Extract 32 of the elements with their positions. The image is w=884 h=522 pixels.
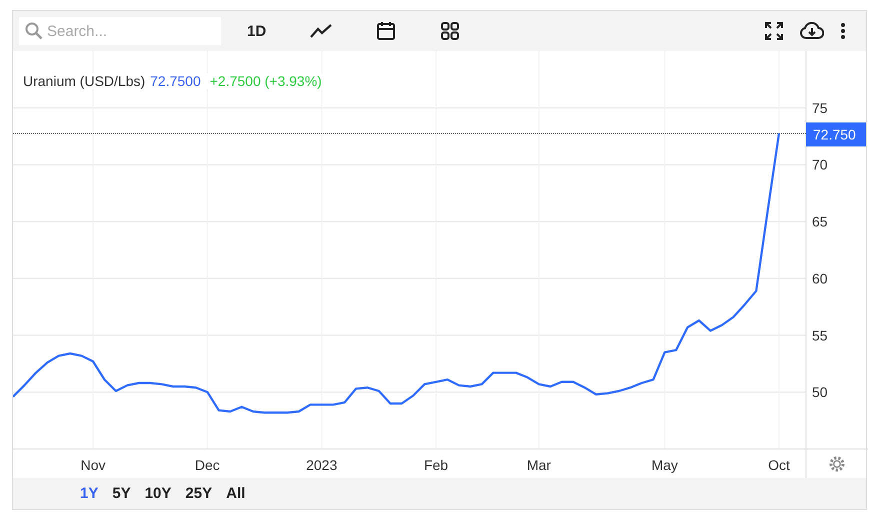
calendar-icon[interactable] (376, 21, 396, 41)
y-axis-label: 70 (812, 156, 828, 173)
y-axis-label: 55 (812, 327, 828, 344)
price-tag: 72.750 (806, 122, 866, 146)
x-axis-label: May (651, 457, 678, 473)
x-axis-label: Feb (424, 457, 448, 473)
ref-line-label: 72.750 (813, 126, 856, 142)
x-axis-label: Nov (80, 457, 106, 473)
y-axis-label: 75 (812, 100, 828, 116)
settings-icon[interactable] (830, 456, 844, 472)
y-axis-label: 50 (812, 384, 828, 400)
interval-button[interactable]: 1D (247, 22, 266, 40)
range-tab[interactable]: 10Y (140, 483, 176, 504)
more-icon[interactable] (840, 22, 846, 40)
grid-icon[interactable] (440, 21, 460, 41)
price-value: 72.7500 (150, 73, 201, 89)
x-axis-label: Oct (768, 457, 790, 473)
x-axis-label: Dec (194, 457, 220, 473)
range-tab[interactable]: All (221, 483, 250, 504)
fullscreen-icon[interactable] (764, 21, 784, 41)
cloud-download-icon[interactable] (800, 22, 824, 40)
line-chart-icon[interactable] (310, 23, 332, 39)
price-change: +2.7500 (+3.93%) (210, 73, 322, 89)
instrument-name: Uranium (USD/Lbs) (23, 73, 146, 89)
x-axis-label: 2023 (306, 457, 338, 473)
y-axis-label: 60 (812, 270, 828, 286)
range-tab[interactable]: 1Y (75, 483, 104, 504)
range-tab[interactable]: 25Y (180, 483, 218, 504)
y-axis-label: 65 (812, 214, 828, 230)
range-tab[interactable]: 5Y (107, 483, 136, 504)
search-field[interactable]: Search... (19, 17, 221, 45)
x-axis-label: Mar (526, 457, 551, 473)
